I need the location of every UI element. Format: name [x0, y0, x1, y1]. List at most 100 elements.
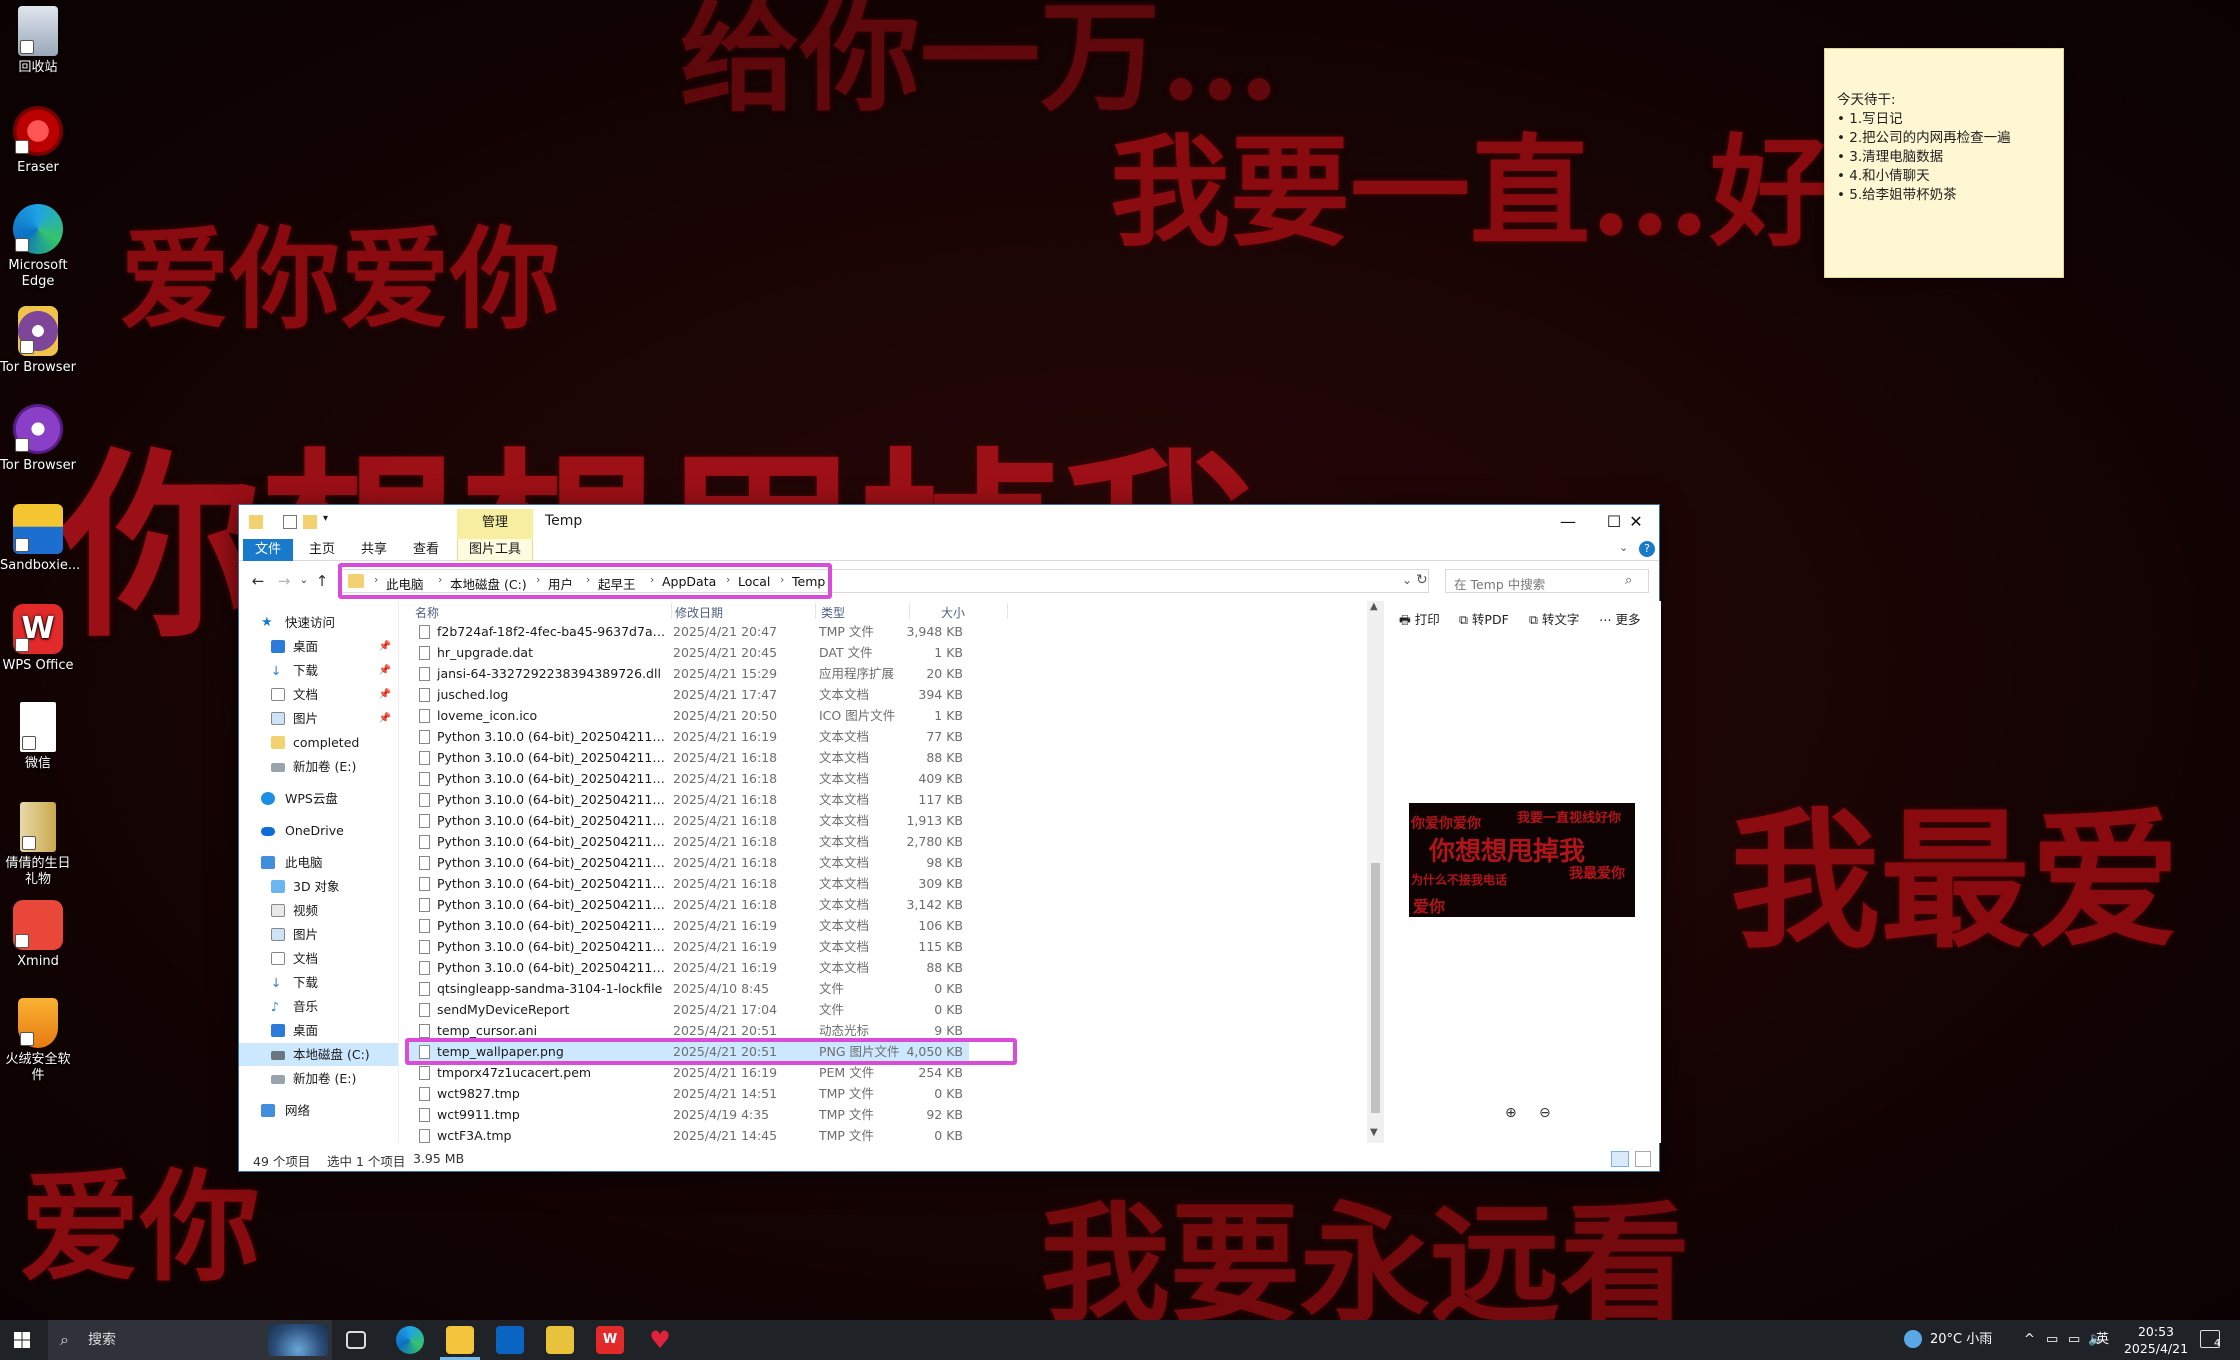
file-row[interactable]: Python 3.10.0 (64-bit)_202504211618... 20… [409, 747, 969, 768]
task-view-icon[interactable] [346, 1331, 366, 1349]
network-icon[interactable]: ▭ [2068, 1320, 2080, 1360]
nav-desktop[interactable]: 桌面 📌 [239, 635, 398, 658]
nav-onedrive[interactable]: OneDrive [239, 819, 398, 842]
file-row[interactable]: jansi-64-3327292238394389726.dll 2025/4/2… [409, 663, 969, 684]
file-row[interactable]: temp_cursor.ani 2025/4/21 20:51 动态光标 9 KB [409, 1020, 969, 1041]
sandboxie-desktop-icon[interactable]: Sandboxie... [0, 504, 80, 574]
nav-documents-pc[interactable]: 文档 [239, 947, 398, 970]
tab-picture-tools[interactable]: 图片工具 [457, 539, 533, 561]
nav-drive-e[interactable]: 新加卷 (E:) [239, 755, 398, 778]
tab-home[interactable]: 主页 [297, 539, 347, 561]
wechat-desktop-icon[interactable]: 微信 [0, 702, 76, 772]
wps-icon[interactable]: W [596, 1326, 624, 1354]
huorong-desktop-icon[interactable]: 火绒安全软件 [0, 998, 76, 1084]
breadcrumb-users[interactable]: 用户 [548, 574, 573, 593]
file-row[interactable]: Python 3.10.0 (64-bit)_202504211618... 20… [409, 768, 969, 789]
nav-downloads-pc[interactable]: ↓ 下载 [239, 971, 398, 994]
recycle-bin-desktop-icon[interactable]: 回收站 [0, 6, 76, 76]
column-divider[interactable] [909, 603, 910, 619]
file-row[interactable]: wct9911.tmp 2025/4/19 4:35 TMP 文件 92 KB [409, 1104, 969, 1125]
file-row[interactable]: Python 3.10.0 (64-bit)_202504211618... 20… [409, 831, 969, 852]
back-button[interactable]: ← [247, 571, 269, 591]
large-icons-view-icon[interactable] [1635, 1151, 1651, 1167]
file-row[interactable]: loveme_icon.ico 2025/4/21 20:50 ICO 图片文件 1 … [409, 705, 969, 726]
sticky-note[interactable]: 今天待干: • 1.写日记 • 2.把公司的内网再检查一遍 • 3.清理电脑数据… [1824, 48, 2064, 278]
nav-documents[interactable]: 文档 📌 [239, 683, 398, 706]
close-button[interactable]: ✕ [1613, 505, 1659, 539]
file-row[interactable]: tmporx47z1ucacert.pem 2025/4/21 16:19 PEM … [409, 1062, 969, 1083]
to-pdf-button[interactable]: ⧉ 转PDF [1459, 609, 1509, 628]
nav-this-pc[interactable]: 此电脑 [239, 851, 398, 874]
file-row[interactable]: Python 3.10.0 (64-bit)_202504211618... 20… [409, 726, 969, 747]
nav-music[interactable]: ♪ 音乐 [239, 995, 398, 1018]
more-button[interactable]: ⋯ 更多 [1599, 609, 1641, 628]
breadcrumb-appdata[interactable]: AppData [662, 574, 716, 589]
file-row[interactable]: f2b724af-18f2-4fec-ba45-9637d7aa8... 2025… [409, 621, 969, 642]
weather-text[interactable]: 20°C 小雨 [1930, 1320, 1992, 1360]
xmind-desktop-icon[interactable]: Xmind [0, 900, 76, 970]
outlook-icon[interactable] [496, 1326, 524, 1354]
breadcrumb-user[interactable]: 起早王 [598, 574, 636, 593]
search-input[interactable]: 在 Temp 中搜索 [1445, 569, 1649, 593]
nav-videos[interactable]: 视频 [239, 899, 398, 922]
details-view-icon[interactable] [1611, 1151, 1629, 1167]
print-button[interactable]: 🖶 打印 [1399, 609, 1440, 632]
minimize-button[interactable]: — [1545, 505, 1591, 539]
tab-file[interactable]: 文件 [243, 539, 293, 561]
nav-wps-cloud[interactable]: WPS云盘 [239, 787, 398, 810]
nav-drive-c[interactable]: 本地磁盘 (C:) [239, 1043, 398, 1066]
breadcrumb-temp[interactable]: Temp [792, 574, 825, 589]
nav-desktop-pc[interactable]: 桌面 [239, 1019, 398, 1042]
wps-office-desktop-icon[interactable]: W WPS Office [0, 604, 76, 674]
file-row[interactable]: Python 3.10.0 (64-bit)_202504211618... 20… [409, 894, 969, 915]
manage-context-tab[interactable]: 管理 [457, 509, 533, 539]
file-row[interactable]: Python 3.10.0 (64-bit)_202504211618... 20… [409, 936, 969, 957]
file-row[interactable]: Python 3.10.0 (64-bit)_202504211618... 20… [409, 789, 969, 810]
ime-indicator[interactable]: 英 [2096, 1320, 2109, 1360]
forward-button[interactable]: → [273, 571, 295, 591]
breadcrumb-local[interactable]: Local [738, 574, 770, 589]
file-explorer-icon[interactable] [446, 1326, 474, 1354]
column-type[interactable]: 类型 [821, 604, 845, 621]
to-text-button[interactable]: ⧉ 转文字 [1529, 609, 1579, 628]
file-row[interactable]: temp_wallpaper.png 2025/4/21 20:51 PNG 图片文… [409, 1041, 969, 1062]
column-date[interactable]: 修改日期 [675, 604, 723, 621]
column-name[interactable]: 名称 [415, 604, 439, 621]
address-bar[interactable]: › 此电脑 › 本地磁盘 (C:) › 用户 › 起早王 › AppData ›… [339, 569, 1429, 593]
gift-folder-desktop-icon[interactable]: 倩倩的生日礼物 [0, 802, 76, 888]
notes-app-icon[interactable] [546, 1326, 574, 1354]
nav-completed[interactable]: completed [239, 731, 398, 754]
file-row[interactable]: Python 3.10.0 (64-bit)_202504211618... 20… [409, 873, 969, 894]
nav-drive-e-pc[interactable]: 新加卷 (E:) [239, 1067, 398, 1090]
file-row[interactable]: Python 3.10.0 (64-bit)_202504211618... 20… [409, 852, 969, 873]
file-row[interactable]: Python 3.10.0 (64-bit)_202504211618... 20… [409, 957, 969, 978]
refresh-icon[interactable]: ↻ [1416, 572, 1428, 588]
edge-desktop-icon[interactable]: Microsoft Edge [0, 204, 76, 290]
scroll-up-icon[interactable]: ▲ [1370, 601, 1378, 612]
file-row[interactable]: sendMyDeviceReport 2025/4/21 17:04 文件 0 KB [409, 999, 969, 1020]
tab-share[interactable]: 共享 [349, 539, 399, 561]
heart-app-icon[interactable]: ♥ [646, 1326, 674, 1354]
tab-view[interactable]: 查看 [401, 539, 451, 561]
tray-app-icon[interactable]: ▭ [2046, 1320, 2058, 1360]
scrollbar-thumb[interactable] [1371, 863, 1380, 1113]
nav-pictures-pc[interactable]: 图片 [239, 923, 398, 946]
nav-3d-objects[interactable]: 3D 对象 [239, 875, 398, 898]
eraser-desktop-icon[interactable]: Eraser [0, 106, 76, 176]
file-row[interactable]: wctF3A.tmp 2025/4/21 14:45 TMP 文件 0 KB [409, 1125, 969, 1143]
column-divider[interactable] [815, 603, 816, 619]
ribbon-expand-icon[interactable]: ⌄ [1619, 541, 1628, 554]
file-row[interactable]: hr_upgrade.dat 2025/4/21 20:45 DAT 文件 1 KB [409, 642, 969, 663]
nav-quick-access[interactable]: ★ 快速访问 [239, 611, 398, 634]
help-icon[interactable]: ? [1639, 541, 1655, 557]
vertical-scrollbar[interactable]: ▲ ▼ [1367, 601, 1384, 1143]
column-size[interactable]: 大小 [941, 604, 965, 621]
zoom-out-icon[interactable]: ⊖ [1539, 1105, 1551, 1121]
new-folder-icon[interactable] [303, 515, 317, 529]
zoom-in-icon[interactable]: ⊕ [1505, 1105, 1517, 1121]
nav-downloads[interactable]: ↓ 下载 📌 [239, 659, 398, 682]
up-button[interactable]: ↑ [311, 571, 333, 591]
breadcrumb-this-pc[interactable]: 此电脑 [386, 574, 424, 593]
file-row[interactable]: qtsingleapp-sandma-3104-1-lockfile 2025/4… [409, 978, 969, 999]
nav-pictures[interactable]: 图片 📌 [239, 707, 398, 730]
